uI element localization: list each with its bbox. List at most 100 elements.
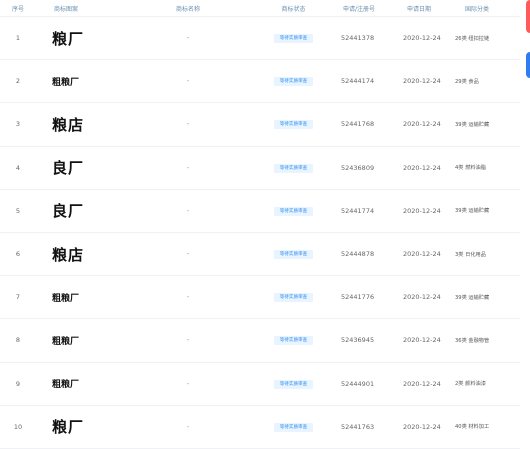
application-date: 2020-12-24 xyxy=(403,163,441,172)
application-date: 2020-12-24 xyxy=(403,250,441,259)
header-reg-no: 申请/注册号 xyxy=(343,5,376,13)
table-row[interactable]: 10 粮厂 - 等待实质审查 52441763 2020-12-24 40类 材料加工 xyxy=(0,406,520,449)
trademark-image[interactable]: 良厂 xyxy=(40,157,124,178)
trademark-image[interactable]: 粗粮厂 xyxy=(40,334,124,347)
trademark-name: - xyxy=(186,120,190,129)
status-cell: 等待实质审查 xyxy=(252,163,335,173)
table-row[interactable]: 1 粮厂 - 等待实质审查 52441378 2020-12-24 26类 纽扣拉链 xyxy=(0,17,520,61)
registration-number[interactable]: 52436809 xyxy=(335,164,397,172)
application-date: 2020-12-24 xyxy=(403,206,441,215)
table-row[interactable]: 3 粮店 - 等待实质审查 52441768 2020-12-24 39类 运输贮藏 xyxy=(0,103,520,147)
header-status: 商标状态 xyxy=(281,5,306,13)
registration-number[interactable]: 52444901 xyxy=(335,380,397,388)
trademark-name: - xyxy=(186,77,190,86)
application-date: 2020-12-24 xyxy=(403,120,441,129)
status-badge: 等待实质审查 xyxy=(273,422,314,432)
trademark-name: - xyxy=(186,250,190,259)
header-class: 国际分类 xyxy=(465,5,490,13)
trademark-image[interactable]: 粗粮厂 xyxy=(40,75,124,88)
status-badge: 等待实质审查 xyxy=(273,34,314,44)
row-number: 5 xyxy=(15,206,21,215)
header-trademark: 商标图案 xyxy=(54,5,79,13)
row-number: 9 xyxy=(15,379,21,388)
row-number: 7 xyxy=(15,293,21,302)
status-badge: 等待实质审查 xyxy=(273,163,314,173)
header-name: 商标名称 xyxy=(175,5,200,13)
status-badge: 等待实质审查 xyxy=(273,120,314,130)
floating-blue-tab[interactable] xyxy=(526,52,530,78)
header-no: 序号 xyxy=(11,5,24,13)
international-class: 39类 运输贮藏 xyxy=(455,208,490,215)
international-class: 4类 燃料油脂 xyxy=(455,165,486,172)
status-badge: 等待实质审查 xyxy=(273,293,314,303)
trademark-name: - xyxy=(186,34,190,43)
row-number: 1 xyxy=(15,34,21,43)
table-row[interactable]: 7 粗粮厂 - 等待实质审查 52441776 2020-12-24 39类 运输贮藏 xyxy=(0,276,520,320)
row-number: 2 xyxy=(15,77,21,86)
status-badge: 等待实质审查 xyxy=(273,77,314,87)
status-cell: 等待实质审查 xyxy=(252,76,335,87)
header-date: 申请日期 xyxy=(407,5,432,13)
trademark-text: 粮店 xyxy=(52,245,85,264)
trademark-table: 序号 商标图案 商标名称 商标状态 申请/注册号 申请日期 国际分类 1 粮厂 - 等… xyxy=(0,0,520,449)
table-row[interactable]: 8 粗粮厂 - 等待实质审查 52436945 2020-12-24 36类 金融物管 xyxy=(0,319,520,363)
table-row[interactable]: 5 良厂 - 等待实质审查 52441774 2020-12-24 39类 运输贮藏 xyxy=(0,190,520,233)
registration-number[interactable]: 52441774 xyxy=(335,207,397,215)
trademark-name: - xyxy=(186,293,190,302)
trademark-image[interactable]: 粮店 xyxy=(40,114,124,135)
application-date: 2020-12-24 xyxy=(403,293,441,302)
trademark-text: 良厂 xyxy=(52,202,85,221)
trademark-name: - xyxy=(186,379,190,388)
international-class: 3类 日化用品 xyxy=(455,251,486,258)
trademark-image[interactable]: 良厂 xyxy=(40,200,124,221)
table-row[interactable]: 9 粗粮厂 - 等待实质审查 52444901 2020-12-24 2类 颜料油漆 xyxy=(0,363,520,406)
international-class: 36类 金融物管 xyxy=(455,337,490,344)
status-cell: 等待实质审查 xyxy=(252,249,335,260)
row-number: 6 xyxy=(15,250,21,259)
registration-number[interactable]: 52441768 xyxy=(335,120,397,128)
registration-number[interactable]: 52441378 xyxy=(335,34,397,42)
status-badge: 等待实质审查 xyxy=(273,250,314,260)
status-cell: 等待实质审查 xyxy=(252,119,335,130)
trademark-name: - xyxy=(186,336,190,345)
application-date: 2020-12-24 xyxy=(403,34,441,43)
status-badge: 等待实质审查 xyxy=(273,336,314,346)
row-number: 8 xyxy=(15,336,21,345)
trademark-text: 粮店 xyxy=(52,115,85,134)
trademark-text: 粗粮厂 xyxy=(52,293,80,304)
table-header: 序号 商标图案 商标名称 商标状态 申请/注册号 申请日期 国际分类 xyxy=(0,0,520,17)
registration-number[interactable]: 52441763 xyxy=(335,423,397,431)
trademark-image[interactable]: 粮店 xyxy=(40,244,124,265)
registration-number[interactable]: 52444174 xyxy=(335,77,397,85)
trademark-image[interactable]: 粗粮厂 xyxy=(40,291,124,304)
status-badge: 等待实质审查 xyxy=(273,379,314,389)
registration-number[interactable]: 52441776 xyxy=(335,293,397,301)
trademark-text: 粮厂 xyxy=(52,418,85,437)
table-row[interactable]: 2 粗粮厂 - 等待实质审查 52444174 2020-12-24 29类 食品 xyxy=(0,60,520,104)
trademark-text: 粗粮厂 xyxy=(52,380,80,391)
trademark-text: 粗粮厂 xyxy=(52,77,80,88)
international-class: 26类 纽扣拉链 xyxy=(455,35,490,42)
row-number: 3 xyxy=(15,120,21,129)
status-cell: 等待实质审查 xyxy=(252,33,335,44)
trademark-text: 粮厂 xyxy=(52,29,85,48)
trademark-image[interactable]: 粮厂 xyxy=(40,416,124,437)
table-row[interactable]: 6 粮店 - 等待实质审查 52444878 2020-12-24 3类 日化用品 xyxy=(0,233,520,277)
status-badge: 等待实质审查 xyxy=(273,206,314,216)
international-class: 2类 颜料油漆 xyxy=(455,381,486,388)
row-number: 10 xyxy=(13,422,23,431)
registration-number[interactable]: 52444878 xyxy=(335,250,397,258)
status-cell: 等待实质审查 xyxy=(252,335,335,346)
international-class: 40类 材料加工 xyxy=(455,424,490,431)
application-date: 2020-12-24 xyxy=(403,77,441,86)
status-cell: 等待实质审查 xyxy=(252,379,335,389)
registration-number[interactable]: 52436945 xyxy=(335,336,397,344)
floating-red-tab[interactable] xyxy=(526,0,530,33)
trademark-image[interactable]: 粮厂 xyxy=(40,28,124,49)
trademark-text: 粗粮厂 xyxy=(52,336,80,347)
status-cell: 等待实质审查 xyxy=(252,422,335,432)
table-row[interactable]: 4 良厂 - 等待实质审查 52436809 2020-12-24 4类 燃料油脂 xyxy=(0,147,520,190)
trademark-image[interactable]: 粗粮厂 xyxy=(40,377,124,390)
application-date: 2020-12-24 xyxy=(403,336,441,345)
trademark-text: 良厂 xyxy=(52,159,85,178)
